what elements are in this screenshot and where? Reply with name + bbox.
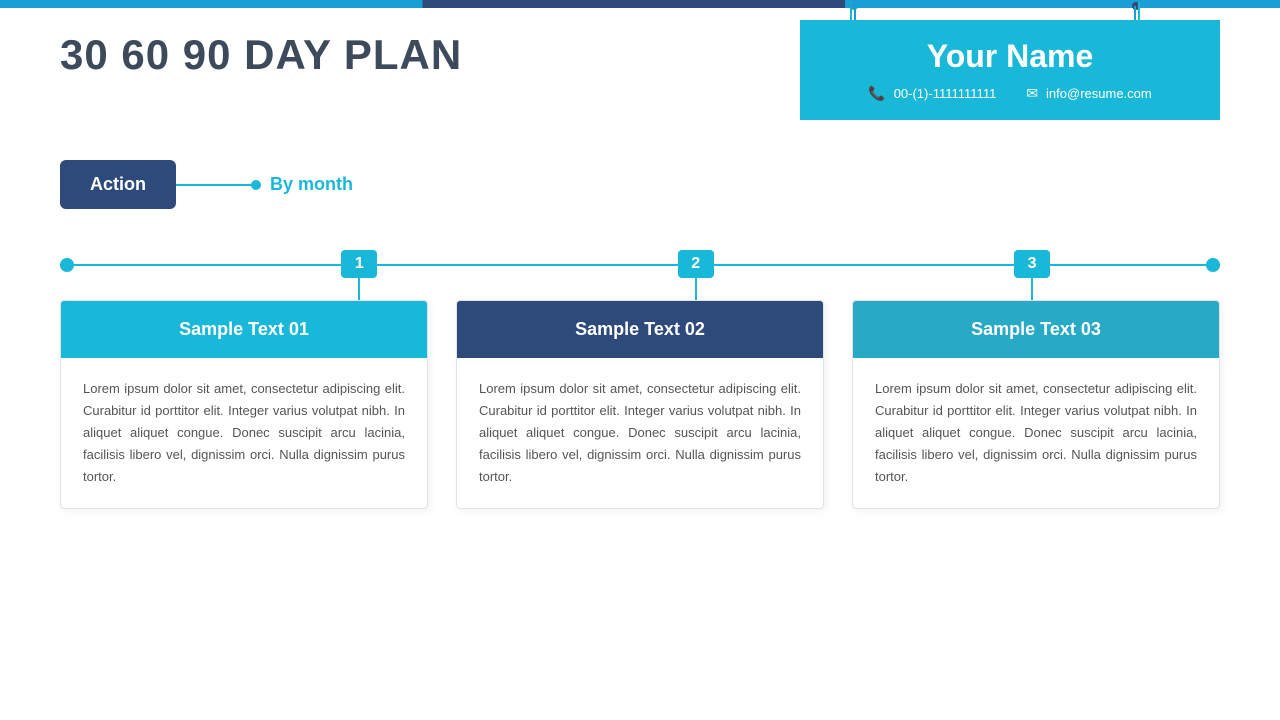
action-line: [176, 184, 256, 186]
timeline-marker-3: 3: [1014, 250, 1050, 278]
action-dot: [251, 180, 261, 190]
phone-icon: 📞: [868, 85, 885, 102]
line-left: [854, 6, 856, 20]
card-arrow-2: [626, 300, 654, 301]
timeline-marker-1: 1: [341, 250, 377, 278]
top-bar: [0, 0, 1280, 8]
card-header-3: Sample Text 03: [853, 301, 1219, 358]
card-1: Sample Text 01 Lorem ipsum dolor sit ame…: [60, 300, 428, 509]
name-card: Your Name 📞 00-(1)-1111111111 ✉ info@res…: [800, 20, 1220, 120]
line-right: [1134, 6, 1136, 20]
by-month-label: By month: [270, 174, 353, 195]
card-header-1: Sample Text 01: [61, 301, 427, 358]
phone-number: 00-(1)-1111111111: [894, 86, 997, 101]
card-body-3: Lorem ipsum dolor sit amet, consectetur …: [853, 358, 1219, 508]
action-area: Action By month: [60, 160, 353, 209]
email-address: info@resume.com: [1046, 86, 1152, 101]
card-2: Sample Text 02 Lorem ipsum dolor sit ame…: [456, 300, 824, 509]
timeline-marker-2: 2: [678, 250, 714, 278]
header: 30 60 90 DAY PLAN Your Name 📞 00-(1)-111…: [60, 20, 1220, 120]
timeline-markers: 1 2 3: [60, 250, 1220, 280]
user-name: Your Name: [830, 38, 1190, 75]
marker-box-2: 2: [678, 250, 714, 278]
marker-box-3: 3: [1014, 250, 1050, 278]
timeline-section: 1 2 3: [60, 250, 1220, 280]
card-body-1: Lorem ipsum dolor sit amet, consectetur …: [61, 358, 427, 508]
card-arrow-1: [230, 300, 258, 301]
page-title: 30 60 90 DAY PLAN: [60, 20, 462, 80]
timeline-dot-end: [1206, 258, 1220, 272]
timeline-dot-start: [60, 258, 74, 272]
card-arrow-3: [1022, 300, 1050, 301]
email-item: ✉ info@resume.com: [1026, 85, 1151, 102]
cards-section: Sample Text 01 Lorem ipsum dolor sit ame…: [60, 300, 1220, 509]
phone-item: 📞 00-(1)-1111111111: [868, 85, 996, 102]
card-3: Sample Text 03 Lorem ipsum dolor sit ame…: [852, 300, 1220, 509]
card-header-2: Sample Text 02: [457, 301, 823, 358]
marker-box-1: 1: [341, 250, 377, 278]
card-body-2: Lorem ipsum dolor sit amet, consectetur …: [457, 358, 823, 508]
email-icon: ✉: [1026, 85, 1038, 102]
contact-row: 📞 00-(1)-1111111111 ✉ info@resume.com: [830, 85, 1190, 102]
action-button[interactable]: Action: [60, 160, 176, 209]
